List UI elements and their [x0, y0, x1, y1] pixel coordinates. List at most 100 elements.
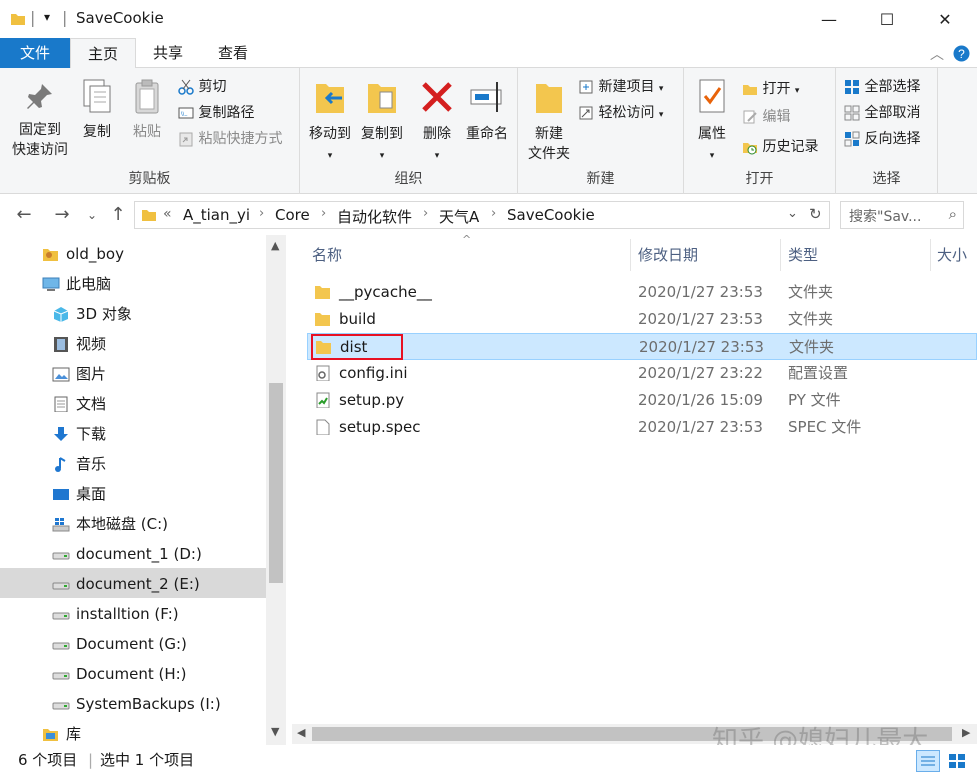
delete-dropdown-icon: ▾ [434, 151, 440, 161]
refresh-icon[interactable]: ↻ [809, 205, 822, 223]
delete-button[interactable]: 删除 ▾ [416, 76, 458, 166]
properties-button[interactable]: 属性 ▾ [688, 76, 736, 166]
nav-item-old-boy[interactable]: old_boy [40, 239, 124, 269]
nav-item-drive-c[interactable]: 本地磁盘 (C:) [50, 509, 168, 539]
minimize-button[interactable]: — [800, 0, 858, 38]
nav-scrollbar[interactable]: ▲ ▼ [266, 235, 286, 745]
new-folder-button[interactable]: 新建 文件夹 [522, 76, 576, 164]
new-folder-icon [536, 84, 562, 113]
nav-item-desktop[interactable]: 桌面 [50, 479, 106, 509]
back-button[interactable]: ← [10, 201, 38, 229]
breadcrumb-overflow[interactable]: « [163, 206, 172, 222]
nav-item-documents[interactable]: 文档 [50, 389, 106, 419]
breadcrumb-weather[interactable]: 天气A [439, 206, 479, 227]
address-dropdown-icon[interactable]: ⌄ [787, 206, 798, 221]
file-row[interactable]: __pycache__ 2020/1/27 23:53 文件夹 [307, 279, 977, 306]
help-icon[interactable]: ? [953, 45, 970, 62]
column-header-type[interactable]: 类型 [788, 243, 818, 267]
easy-access-dropdown-icon: ▾ [658, 110, 664, 120]
title-separator: | [30, 8, 36, 27]
breadcrumb-separator-icon[interactable]: › [321, 206, 326, 221]
breadcrumb-core[interactable]: Core [275, 206, 310, 224]
rename-button[interactable]: 重命名 [460, 76, 514, 144]
new-group: 新建 文件夹 新建项目 ▾ 轻松访问 ▾ 新建 [518, 68, 684, 194]
pin-quick-access-button[interactable]: 固定到 快速访问 [6, 80, 74, 160]
nav-item-drive-g[interactable]: Document (G:) [50, 629, 187, 659]
scroll-left-icon[interactable]: ◀ [297, 726, 305, 739]
recent-locations-chevron-icon[interactable]: ⌄ [82, 201, 102, 229]
invert-selection-button[interactable]: 反向选择 [844, 128, 920, 150]
easy-access-button[interactable]: 轻松访问 ▾ [578, 102, 663, 124]
tab-home[interactable]: 主页 [70, 38, 136, 69]
nav-item-drive-i[interactable]: SystemBackups (I:) [50, 689, 221, 719]
address-bar[interactable]: « A_tian_yi › Core › 自动化软件 › 天气A › SaveC… [134, 201, 830, 229]
copy-path-button[interactable]: \\.. 复制路径 [178, 102, 254, 124]
cut-button[interactable]: 剪切 [178, 76, 226, 98]
nav-item-drive-e[interactable]: document_2 (E:) [50, 569, 200, 599]
column-divider[interactable] [780, 239, 781, 271]
maximize-button[interactable]: ☐ [858, 0, 916, 38]
nav-item-3d-objects[interactable]: 3D 对象 [50, 299, 132, 329]
paste-shortcut-button[interactable]: 粘贴快捷方式 [178, 128, 282, 150]
close-button[interactable]: ✕ [916, 0, 974, 38]
paste-button[interactable]: 粘贴 [126, 78, 168, 142]
nav-item-drive-h[interactable]: Document (H:) [50, 659, 187, 689]
search-placeholder: 搜索"Sav... [849, 209, 922, 225]
open-button[interactable]: 打开 ▾ [742, 78, 799, 100]
breadcrumb-separator-icon[interactable]: › [423, 206, 428, 221]
delete-label: 删除 [423, 126, 451, 142]
column-header-name[interactable]: 名称 [312, 243, 342, 267]
tab-file[interactable]: 文件 [0, 38, 70, 68]
search-box[interactable]: 搜索"Sav... ⌕ [840, 201, 964, 229]
forward-button[interactable]: → [48, 201, 76, 229]
breadcrumb-automation[interactable]: 自动化软件 [337, 206, 412, 227]
column-header-size[interactable]: 大小 [937, 243, 967, 267]
new-item-button[interactable]: 新建项目 ▾ [578, 76, 663, 98]
move-to-button[interactable]: 移动到 ▾ [304, 76, 356, 166]
select-none-button[interactable]: 全部取消 [844, 102, 920, 124]
file-row[interactable]: setup.spec 2020/1/27 23:53 SPEC 文件 [307, 414, 977, 441]
tab-share[interactable]: 共享 [136, 38, 200, 68]
tab-view[interactable]: 查看 [200, 38, 266, 68]
nav-item-videos[interactable]: 视频 [50, 329, 106, 359]
history-button[interactable]: 历史记录 [742, 136, 818, 158]
nav-item-pictures[interactable]: 图片 [50, 359, 106, 389]
scroll-down-icon[interactable]: ▼ [271, 725, 279, 738]
file-row[interactable]: config.ini 2020/1/27 23:22 配置设置 [307, 360, 977, 387]
file-row-selected[interactable]: dist 2020/1/27 23:53 文件夹 [307, 333, 977, 360]
file-row[interactable]: build 2020/1/27 23:53 文件夹 [307, 306, 977, 333]
large-icons-view-button[interactable] [946, 750, 970, 772]
nav-scrollbar-thumb[interactable] [269, 383, 283, 583]
details-view-button[interactable] [916, 750, 940, 772]
scroll-right-icon[interactable]: ▶ [962, 726, 970, 739]
move-to-label: 移动到 [309, 126, 351, 142]
nav-item-music[interactable]: 音乐 [50, 449, 106, 479]
nav-item-drive-f[interactable]: installtion (F:) [50, 599, 179, 629]
breadcrumb-separator-icon[interactable]: › [491, 206, 496, 221]
up-button[interactable]: ↑ [104, 201, 132, 229]
collapse-ribbon-icon[interactable]: ︿ [930, 44, 944, 64]
open-icon [743, 85, 757, 95]
music-icon [55, 457, 66, 472]
breadcrumb-separator-icon[interactable]: › [259, 206, 264, 221]
breadcrumb-savecookie[interactable]: SaveCookie [507, 206, 595, 224]
new-folder-label-2: 文件夹 [528, 146, 570, 162]
nav-item-drive-d[interactable]: document_1 (D:) [50, 539, 202, 569]
search-icon[interactable]: ⌕ [949, 205, 957, 223]
copy-to-button[interactable]: 复制到 ▾ [356, 76, 408, 166]
copy-button[interactable]: 复制 [76, 78, 118, 142]
column-divider[interactable] [630, 239, 631, 271]
nav-item-this-pc[interactable]: 此电脑 [40, 269, 111, 299]
file-row[interactable]: setup.py 2020/1/26 15:09 PY 文件 [307, 387, 977, 414]
quick-access-chevron[interactable]: ▾ [44, 10, 50, 24]
edit-button[interactable]: 编辑 [742, 106, 790, 128]
column-divider[interactable] [930, 239, 931, 271]
move-to-dropdown-icon: ▾ [327, 151, 333, 161]
new-item-label: 新建项目 [598, 79, 655, 95]
column-header-modified[interactable]: 修改日期 [638, 243, 698, 267]
breadcrumb-a-tian-yi[interactable]: A_tian_yi [183, 206, 250, 224]
scroll-up-icon[interactable]: ▲ [271, 239, 279, 252]
open-group-label: 打开 [745, 171, 774, 187]
select-all-button[interactable]: 全部选择 [844, 76, 920, 98]
nav-item-downloads[interactable]: 下载 [50, 419, 106, 449]
